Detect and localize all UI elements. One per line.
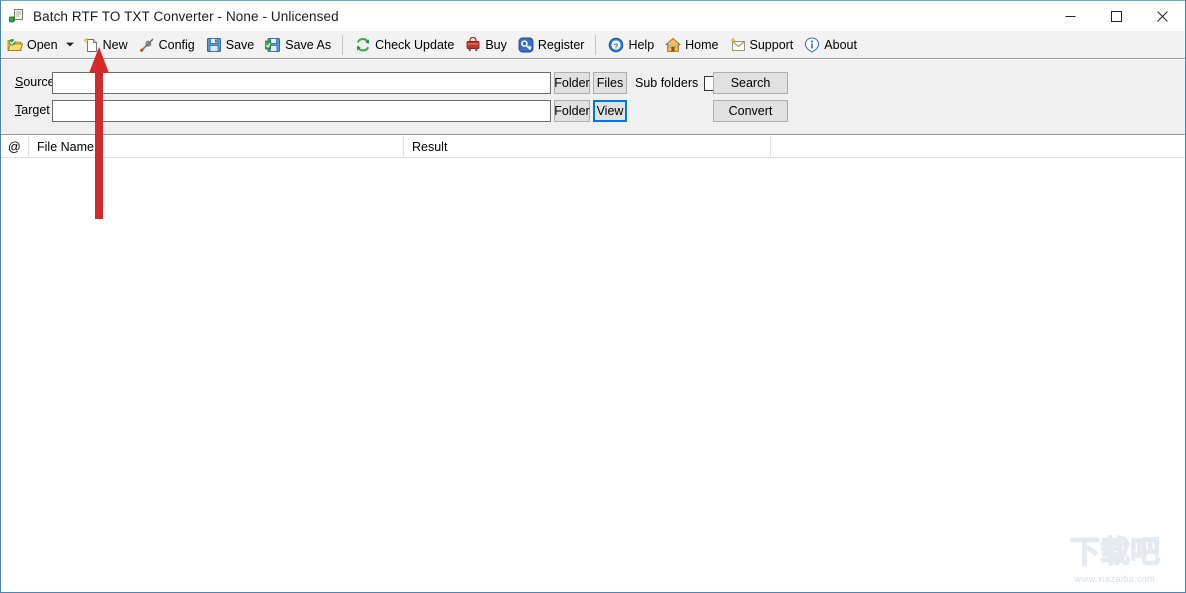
tools-icon xyxy=(139,37,155,53)
toolbar-label-buy: Buy xyxy=(485,37,507,52)
register-key-icon xyxy=(518,37,534,53)
toolbar-button-about[interactable]: About xyxy=(800,33,862,57)
toolbar-button-support[interactable]: Support xyxy=(726,33,799,57)
question-mark-icon: ? xyxy=(608,37,624,53)
toolbar-label-config: Config xyxy=(158,37,195,52)
open-folder-icon xyxy=(7,37,24,53)
source-label-rest: ource xyxy=(23,75,55,89)
maximize-icon[interactable] xyxy=(1093,1,1139,31)
svg-text:?: ? xyxy=(614,41,619,50)
toolbar-label-check-update: Check Update xyxy=(375,37,455,52)
minimize-icon[interactable] xyxy=(1047,1,1093,31)
source-input[interactable] xyxy=(52,72,551,94)
target-label-rest: arget xyxy=(21,103,50,117)
subfolders-label: Sub folders xyxy=(635,76,699,90)
toolbar-button-new[interactable]: New xyxy=(79,33,133,57)
info-icon xyxy=(804,36,820,53)
subfolders-checkbox-group: Sub folders xyxy=(635,72,720,94)
column-header-file-name[interactable]: File Name xyxy=(29,136,404,158)
toolbar-button-save-as[interactable]: Save As xyxy=(261,33,336,57)
chevron-down-icon[interactable] xyxy=(63,33,77,57)
target-view-button[interactable]: View xyxy=(593,100,627,122)
source-row: Source Folder Files Sub folders Search xyxy=(1,72,1185,94)
application-window: Batch RTF TO TXT Converter - None - Unli… xyxy=(0,0,1186,593)
toolbar-label-help: Help xyxy=(628,37,655,52)
main-toolbar: Open New Config Save Save As Check Updat… xyxy=(1,31,1185,59)
source-folder-button[interactable]: Folder xyxy=(554,72,590,94)
toolbar-button-home[interactable]: Home xyxy=(661,33,723,57)
column-header-blank[interactable] xyxy=(771,136,1185,158)
list-column-headers: @ File Name Result xyxy=(1,136,1185,158)
toolbar-button-buy[interactable]: Buy xyxy=(461,33,512,57)
toolbar-label-save-as: Save As xyxy=(285,37,332,52)
toolbar-button-check-update[interactable]: Check Update xyxy=(351,33,459,57)
search-button[interactable]: Search xyxy=(713,72,788,94)
converter-icon xyxy=(9,8,25,24)
toolbar-button-help[interactable]: ? Help xyxy=(604,33,659,57)
toolbar-label-register: Register xyxy=(537,37,585,52)
shopping-cart-icon xyxy=(465,36,481,53)
toolbar-label-new: New xyxy=(102,37,128,52)
list-rows-container[interactable] xyxy=(1,158,1185,592)
toolbar-button-config[interactable]: Config xyxy=(135,33,200,57)
floppy-disk-as-icon xyxy=(265,37,281,53)
column-header-result[interactable]: Result xyxy=(404,136,771,158)
close-icon[interactable] xyxy=(1139,1,1185,31)
toolbar-separator xyxy=(595,34,597,55)
source-files-button[interactable]: Files xyxy=(593,72,627,94)
window-controls xyxy=(1047,1,1185,31)
source-label: Source xyxy=(15,75,55,89)
target-row: Target Folder View Convert xyxy=(1,100,1185,122)
toolbar-label-home: Home xyxy=(685,37,719,52)
target-input[interactable] xyxy=(52,100,551,122)
toolbar-button-save[interactable]: Save xyxy=(202,33,260,57)
envelope-icon xyxy=(729,36,746,53)
file-list-view[interactable]: @ File Name Result xyxy=(1,136,1185,592)
target-label: Target xyxy=(15,103,50,117)
toolbar-label-open: Open xyxy=(27,37,58,52)
convert-button[interactable]: Convert xyxy=(713,100,788,122)
new-document-icon xyxy=(82,36,99,53)
title-bar: Batch RTF TO TXT Converter - None - Unli… xyxy=(1,1,1185,31)
column-header-at[interactable]: @ xyxy=(1,136,29,158)
target-folder-button[interactable]: Folder xyxy=(554,100,590,122)
refresh-icon xyxy=(355,37,371,53)
window-title: Batch RTF TO TXT Converter - None - Unli… xyxy=(33,8,339,24)
toolbar-separator xyxy=(342,34,344,55)
toolbar-label-about: About xyxy=(824,37,857,52)
toolbar-label-support: Support xyxy=(749,37,794,52)
house-icon xyxy=(665,37,681,53)
toolbar-button-open[interactable]: Open xyxy=(3,33,63,57)
toolbar-button-register[interactable]: Register xyxy=(514,33,590,57)
path-form-panel: Source Folder Files Sub folders Search T… xyxy=(1,60,1185,135)
floppy-disk-icon xyxy=(206,37,222,53)
toolbar-label-save: Save xyxy=(225,37,255,52)
